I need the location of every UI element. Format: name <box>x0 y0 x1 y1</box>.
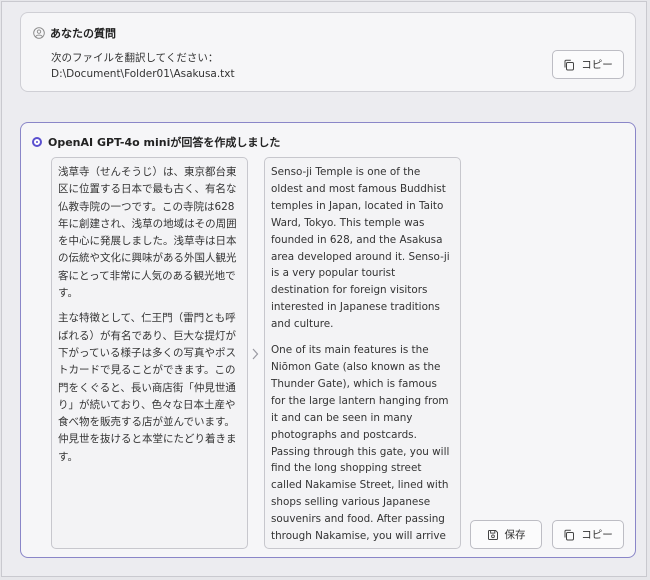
source-text-pane[interactable]: 浅草寺（せんそうじ）は、東京都台東区に位置する日本で最も古く、有名な仏教寺院の一… <box>51 157 248 549</box>
save-label: 保存 <box>504 529 526 541</box>
radio-selected-icon <box>32 137 42 147</box>
answer-card: OpenAI GPT-4o miniが回答を作成しました 浅草寺（せんそうじ）は… <box>20 122 636 558</box>
answer-copy-button[interactable]: コピー <box>552 520 624 549</box>
save-icon <box>487 529 498 540</box>
save-button[interactable]: 保存 <box>470 520 542 549</box>
question-file-path: D:\Document\Folder01\Asakusa.txt <box>51 68 235 80</box>
translation-paragraph: Senso-ji Temple is one of the oldest and… <box>271 166 450 331</box>
source-paragraph: 主な特徴として、仁王門（雷門とも呼ばれる）が有名であり、巨大な提灯が下がっている… <box>58 312 237 463</box>
question-copy-button[interactable]: コピー <box>552 50 624 79</box>
copy-icon <box>564 529 575 540</box>
answer-header: OpenAI GPT-4o miniが回答を作成しました <box>32 134 280 150</box>
chevron-right-icon <box>252 348 259 360</box>
question-header: あなたの質問 <box>33 25 116 41</box>
question-title: あなたの質問 <box>50 27 116 40</box>
answer-title: OpenAI GPT-4o miniが回答を作成しました <box>48 136 281 149</box>
app-window: あなたの質問 次のファイルを翻訳してください： D:\Document\Fold… <box>1 1 647 577</box>
question-line-1: 次のファイルを翻訳してください： <box>51 52 219 64</box>
copy-label: コピー <box>581 59 613 71</box>
question-card: あなたの質問 次のファイルを翻訳してください： D:\Document\Fold… <box>20 12 636 92</box>
source-paragraph: 浅草寺（せんそうじ）は、東京都台東区に位置する日本で最も古く、有名な仏教寺院の一… <box>58 166 237 300</box>
question-text: 次のファイルを翻訳してください： D:\Document\Folder01\As… <box>51 50 235 82</box>
copy-icon <box>564 59 575 70</box>
user-icon <box>33 27 45 39</box>
translation-paragraph: One of its main features is the Niōmon G… <box>271 344 450 548</box>
translation-text-pane[interactable]: Senso-ji Temple is one of the oldest and… <box>264 157 461 549</box>
copy-label: コピー <box>581 529 613 541</box>
